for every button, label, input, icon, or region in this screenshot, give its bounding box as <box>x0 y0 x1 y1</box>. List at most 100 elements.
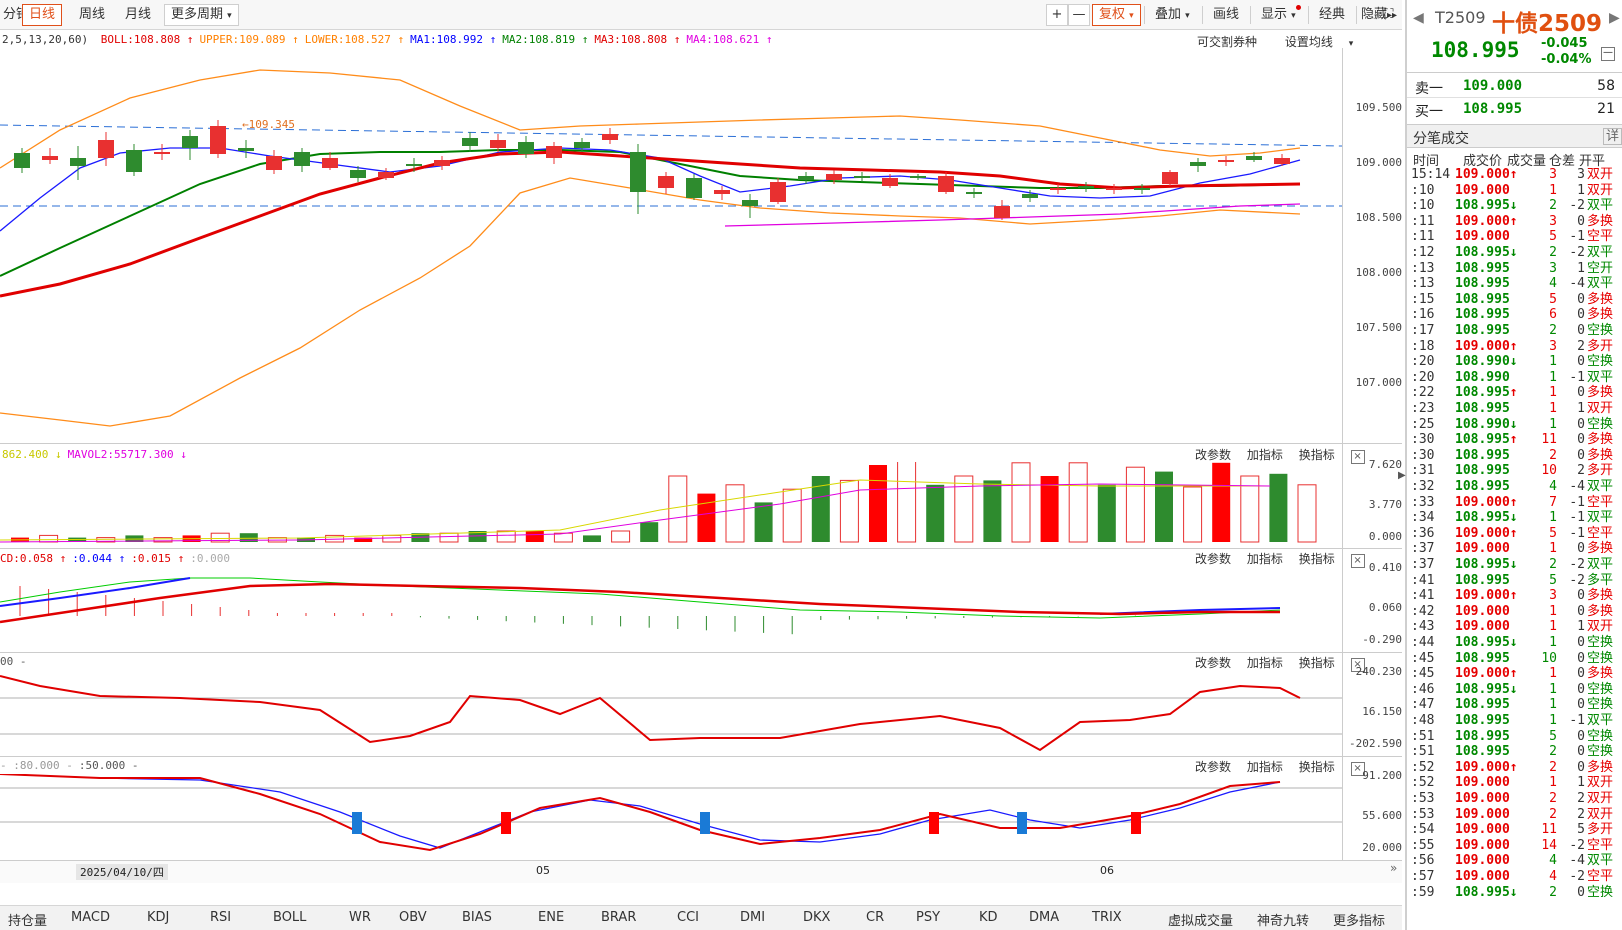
fullscreen-icon[interactable]: ⛶ <box>1378 4 1400 26</box>
price-chart[interactable]: ←109.345 <box>0 48 1342 443</box>
classic-button[interactable]: 经典 <box>1312 4 1352 26</box>
ticks-list[interactable]: 15:14 109.000↑ 3 3 双开:10 109.000 1 1 双开:10 108.99… <box>1407 167 1622 930</box>
indicator-tab[interactable]: DMA <box>1029 910 1059 925</box>
indicator-tab[interactable]: OBV <box>399 910 427 925</box>
indicator-tab[interactable]: CCI <box>677 910 699 925</box>
cci-add-indicator-button[interactable]: 加指标 <box>1247 656 1283 670</box>
indicator-tab[interactable]: DMI <box>740 910 765 925</box>
volume-bar <box>439 532 459 543</box>
indicator-tab[interactable]: BOLL <box>273 910 306 925</box>
tab-more-periods[interactable]: 更多周期 ▾ <box>164 4 239 26</box>
axis-tick-label: 0.000 <box>1368 530 1402 543</box>
draw-line-button[interactable]: 画线 <box>1206 4 1246 26</box>
tick-volume: 1 <box>1549 385 1557 401</box>
next-contract-icon[interactable]: ▶ <box>1609 10 1620 26</box>
tick-price-value: 108.995 <box>1455 447 1510 463</box>
ask-volume: 58 <box>1597 78 1615 94</box>
tick-time: :47 <box>1411 697 1435 713</box>
tick-type: 双开 <box>1587 806 1614 822</box>
prev-contract-icon[interactable]: ◀ <box>1413 10 1424 26</box>
detail-button[interactable]: 详 <box>1603 128 1622 145</box>
cci-switch-indicator-button[interactable]: 换指标 <box>1299 656 1335 670</box>
tab-daily[interactable]: 日线 <box>22 4 63 26</box>
tick-type: 双平 <box>1587 276 1614 292</box>
volume-chart[interactable] <box>0 462 1342 548</box>
indicator-tab[interactable]: BIAS <box>462 910 492 925</box>
indicator-tab[interactable]: KD <box>979 910 998 925</box>
kdj-switch-indicator-button[interactable]: 换指标 <box>1299 760 1335 774</box>
indicator-tab[interactable]: CR <box>866 910 884 925</box>
volume-bar <box>1155 471 1173 542</box>
adjust-button[interactable]: 复权 ▾ <box>1092 4 1141 26</box>
scroll-right-icon[interactable]: » <box>1390 861 1397 875</box>
vol-edit-params-button[interactable]: 改参数 <box>1195 448 1231 462</box>
candle-body <box>378 172 394 178</box>
kdj-add-indicator-button[interactable]: 加指标 <box>1247 760 1283 774</box>
indicator-tab[interactable]: 虚拟成交量 <box>1168 910 1233 929</box>
tick-volume: 7 <box>1549 494 1557 510</box>
zoom-in-button[interactable]: + <box>1046 4 1068 26</box>
kdj-signal-marker <box>352 812 362 834</box>
date-axis: 2025/04/10/四 05 06 » <box>0 861 1402 883</box>
tick-volume: 2 <box>1549 884 1557 900</box>
macd-edit-params-button[interactable]: 改参数 <box>1195 552 1231 566</box>
indicator-tab[interactable]: PSY <box>916 910 940 925</box>
indicator-tab[interactable]: 神奇九转 <box>1257 910 1309 929</box>
tick-time: :31 <box>1411 463 1435 479</box>
display-button[interactable]: 显示 ▾ <box>1254 4 1308 26</box>
tick-price: 109.000 <box>1455 604 1510 620</box>
indicator-tab[interactable]: WR <box>349 910 371 925</box>
tick-type: 多换 <box>1587 307 1614 323</box>
vol-switch-indicator-button[interactable]: 换指标 <box>1299 448 1335 462</box>
panel-splitter-handle[interactable]: ▶ <box>1398 470 1406 481</box>
tick-time: :22 <box>1411 385 1435 401</box>
tab-monthly[interactable]: 月线 <box>118 4 158 26</box>
tick-row: :12 108.995↓ 2 -2 双平 <box>1407 245 1622 261</box>
tab-weekly[interactable]: 周线 <box>72 4 112 26</box>
indicator-tab[interactable]: ENE <box>538 910 564 925</box>
kdj-edit-params-button[interactable]: 改参数 <box>1195 760 1231 774</box>
indicator-tab[interactable]: DKX <box>803 910 830 925</box>
kdj-k-line <box>0 774 1281 849</box>
deliverable-bonds-button[interactable]: 可交割券种 <box>1197 35 1257 49</box>
tick-type: 多开 <box>1587 463 1614 479</box>
tick-time: :45 <box>1411 650 1435 666</box>
tick-type: 双平 <box>1587 479 1614 494</box>
tick-type: 多换 <box>1587 447 1614 463</box>
toolbar-divider <box>1308 6 1309 24</box>
chart-background <box>0 48 1342 443</box>
tick-price-value: 109.000 <box>1455 494 1510 510</box>
tick-row: :45 108.995 10 0 空换 <box>1407 651 1622 667</box>
tick-oi-change: 0 <box>1577 759 1585 775</box>
tick-oi-change: 1 <box>1577 619 1585 635</box>
indicator-tab[interactable]: 更多指标 <box>1333 910 1385 929</box>
collapse-icon[interactable]: — <box>1601 47 1615 61</box>
tick-time: :54 <box>1411 822 1435 838</box>
vol-add-indicator-button[interactable]: 加指标 <box>1247 448 1283 462</box>
volume-bar <box>1212 462 1231 542</box>
tick-price-value: 109.000 <box>1455 167 1510 182</box>
indicator-tab[interactable]: 持仓量 <box>8 910 47 929</box>
macd-add-indicator-button[interactable]: 加指标 <box>1247 552 1283 566</box>
set-ma-button[interactable]: 设置均线 ▾ <box>1273 35 1353 49</box>
indicator-tab[interactable]: MACD <box>71 910 110 925</box>
indicator-tab[interactable]: BRAR <box>601 910 636 925</box>
cci-edit-params-button[interactable]: 改参数 <box>1195 656 1231 670</box>
macd-switch-indicator-button[interactable]: 换指标 <box>1299 552 1335 566</box>
volume-axis: 7.620 3.770 0.000 <box>1342 444 1402 548</box>
macd-chart[interactable] <box>0 566 1342 652</box>
cci-chart[interactable] <box>0 670 1342 756</box>
overlay-button[interactable]: 叠加 ▾ <box>1148 4 1197 26</box>
tick-row: :52 109.000↑ 2 0 多换 <box>1407 760 1622 776</box>
indicator-tab[interactable]: TRIX <box>1092 910 1122 925</box>
indicator-tab[interactable]: KDJ <box>147 910 169 925</box>
candle-body <box>910 176 926 178</box>
indicator-tab[interactable]: RSI <box>210 910 231 925</box>
zoom-out-button[interactable]: — <box>1068 4 1090 26</box>
tick-price: 109.000 <box>1455 619 1510 635</box>
tick-row: :52 109.000 1 1 双开 <box>1407 775 1622 791</box>
arrow-up-icon: ↑ <box>1509 525 1518 541</box>
kdj-chart[interactable] <box>0 774 1342 860</box>
tick-time: :46 <box>1411 681 1435 697</box>
tick-volume: 10 <box>1541 463 1557 479</box>
